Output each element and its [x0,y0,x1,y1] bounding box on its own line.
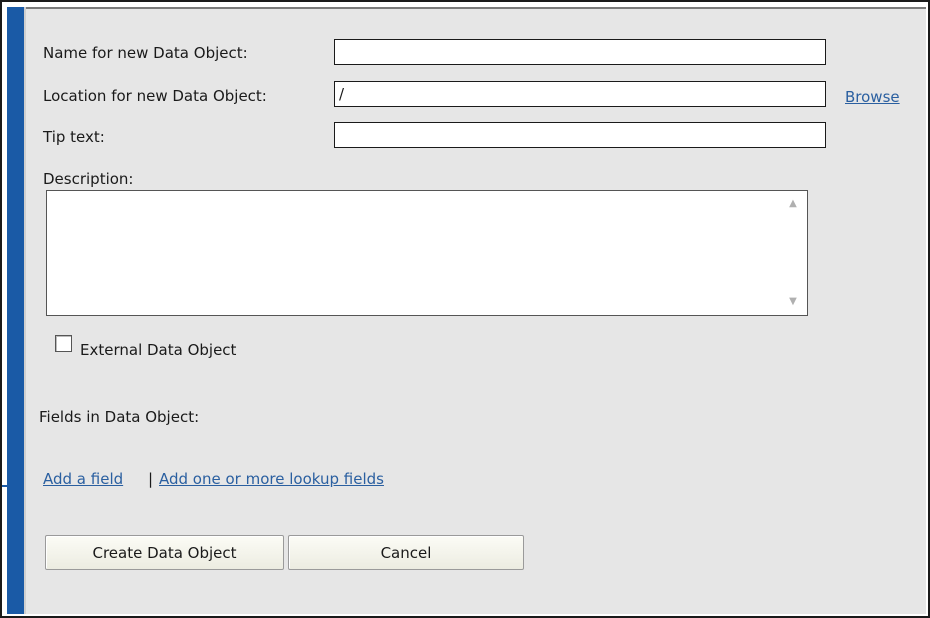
location-input[interactable] [334,81,826,107]
panel-top-border [24,7,926,9]
create-data-object-button[interactable]: Create Data Object [45,535,284,570]
location-label: Location for new Data Object: [43,87,267,105]
fields-label: Fields in Data Object: [39,408,200,426]
tip-text-input[interactable] [334,122,826,148]
description-box: ▲ ▼ [46,190,808,316]
cancel-button[interactable]: Cancel [288,535,524,570]
add-field-link[interactable]: Add a field [43,470,123,488]
description-textarea[interactable] [47,191,779,315]
chevron-down-icon[interactable]: ▼ [779,293,807,311]
link-separator: | [148,470,154,488]
description-scrollbar[interactable]: ▲ ▼ [779,191,807,315]
description-label: Description: [43,170,134,188]
add-lookup-fields-link[interactable]: Add one or more lookup fields [159,470,384,488]
chevron-up-icon[interactable]: ▲ [779,195,807,213]
external-data-object-label: External Data Object [80,341,237,359]
left-tick-mark [2,485,7,487]
tip-text-label: Tip text: [43,128,105,146]
name-input[interactable] [334,39,826,65]
panel-left-border [24,7,26,614]
name-label: Name for new Data Object: [43,44,248,62]
browse-link[interactable]: Browse [845,88,900,106]
external-data-object-checkbox[interactable] [55,335,72,352]
left-accent-bar [7,7,24,614]
